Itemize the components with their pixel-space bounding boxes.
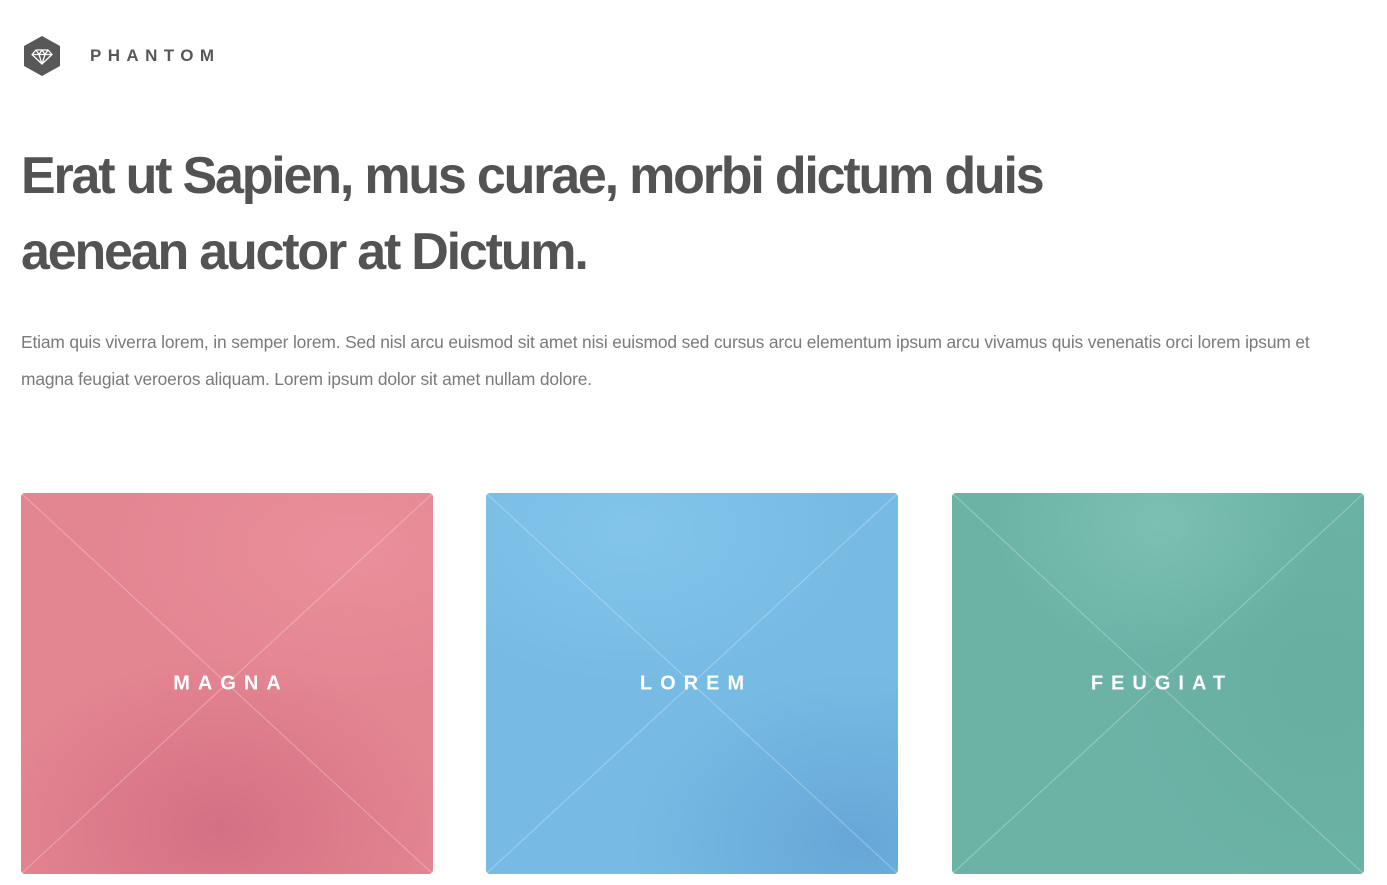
intro-paragraph: Etiam quis viverra lorem, in semper lore… <box>21 332 1310 389</box>
page-title-line-2: aenean auctor at Dictum. <box>21 223 589 281</box>
tile-label: FEUGIAT <box>1090 672 1234 694</box>
site-header: PHANTOM <box>22 35 220 77</box>
page-title: Erat ut Sapien, mus curae, morbi dictum … <box>21 138 1201 290</box>
diamond-hexagon-icon <box>24 36 60 76</box>
tiles-grid: MAGNA LOREM FEUGIAT <box>21 493 1364 874</box>
brand-name[interactable]: PHANTOM <box>90 46 220 66</box>
tile-magna[interactable]: MAGNA <box>21 493 433 874</box>
tile-label: MAGNA <box>173 672 289 694</box>
tile-lorem[interactable]: LOREM <box>486 493 898 874</box>
tile-feugiat[interactable]: FEUGIAT <box>952 493 1364 874</box>
tile-label: LOREM <box>639 672 753 694</box>
logo-link[interactable]: PHANTOM <box>22 35 220 77</box>
page-title-line-1: Erat ut Sapien, mus curae, morbi dictum … <box>21 147 1045 205</box>
